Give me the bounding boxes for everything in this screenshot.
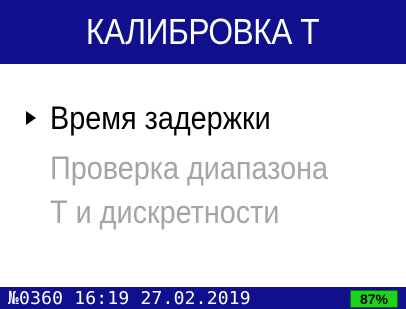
title-bar: КАЛИБРОВКА Т <box>0 0 406 64</box>
menu-item-label-line-1: Проверка диапазона <box>50 150 329 186</box>
menu-list: Время задержки Проверка диапазона Т и ди… <box>0 96 406 234</box>
menu-item-delay-time[interactable]: Время задержки <box>0 96 406 140</box>
battery-level: 87% <box>359 291 389 307</box>
status-bar: №0360 16:19 27.02.2019 87% <box>0 287 406 309</box>
selection-arrow-icon <box>26 111 36 125</box>
battery-icon: 87% <box>350 290 398 308</box>
device-number: №0360 <box>8 287 64 309</box>
menu-item-label-line-2: Т и дискретности <box>50 194 280 230</box>
device-screen: КАЛИБРОВКА Т Время задержки Проверка диа… <box>0 0 406 309</box>
menu-item-range-check[interactable]: Проверка диапазона Т и дискретности <box>0 146 406 234</box>
status-time: 16:19 <box>74 287 130 309</box>
status-date: 27.02.2019 <box>140 287 251 309</box>
screen-title: КАЛИБРОВКА Т <box>86 11 320 52</box>
status-info: №0360 16:19 27.02.2019 <box>0 288 251 309</box>
menu-item-label: Время задержки <box>50 100 271 136</box>
